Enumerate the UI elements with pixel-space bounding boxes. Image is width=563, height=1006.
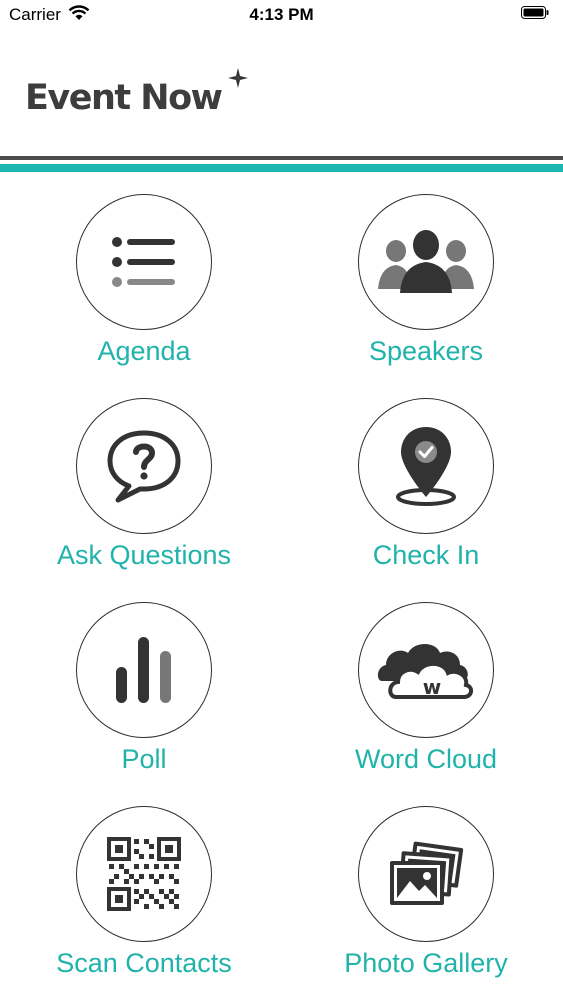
menu-label: Speakers: [368, 336, 484, 366]
menu-word-cloud[interactable]: w Word Cloud: [326, 602, 526, 802]
menu-photo-gallery[interactable]: Photo Gallery: [326, 806, 526, 1006]
word-cloud-circle: w: [358, 602, 494, 738]
menu-poll[interactable]: Poll: [44, 602, 244, 802]
qr-code-icon: [107, 837, 181, 911]
menu-agenda[interactable]: Agenda: [44, 194, 244, 394]
sparkle-icon: [228, 68, 248, 88]
word-cloud-letter: w: [423, 675, 441, 699]
photos-icon: [390, 841, 464, 905]
menu-label: Agenda: [97, 336, 191, 366]
menu-label: Check In: [372, 540, 480, 570]
poll-circle: [76, 602, 212, 738]
menu-label: Ask Questions: [56, 540, 232, 570]
status-bar: Carrier 4:13 PM: [0, 0, 563, 30]
menu-label: Scan Contacts: [56, 948, 232, 978]
people-icon: [378, 230, 474, 293]
menu-check-in[interactable]: Check In: [326, 398, 526, 598]
menu-speakers[interactable]: Speakers: [326, 194, 526, 394]
header-divider-dark: [0, 156, 563, 160]
speakers-circle: [358, 194, 494, 330]
battery-icon: [521, 6, 549, 19]
header-divider-accent: [0, 164, 563, 172]
ask-questions-circle: [76, 398, 212, 534]
check-in-circle: [358, 398, 494, 534]
cloud-icon: w: [377, 644, 473, 699]
menu-label: Word Cloud: [354, 744, 498, 774]
agenda-circle: [76, 194, 212, 330]
photo-gallery-circle: [358, 806, 494, 942]
menu-ask-questions[interactable]: Ask Questions: [44, 398, 244, 598]
menu-label: Poll: [121, 744, 167, 774]
location-pin-icon: [396, 427, 456, 506]
list-icon: [112, 237, 175, 287]
status-time: 4:13 PM: [249, 5, 314, 24]
question-bubble-icon: [107, 430, 181, 503]
menu-scan-contacts[interactable]: Scan Contacts: [44, 806, 244, 1006]
menu-label: Photo Gallery: [344, 948, 508, 978]
bar-chart-icon: [116, 637, 171, 703]
scan-contacts-circle: [76, 806, 212, 942]
logo-text: Event Now: [25, 78, 223, 118]
